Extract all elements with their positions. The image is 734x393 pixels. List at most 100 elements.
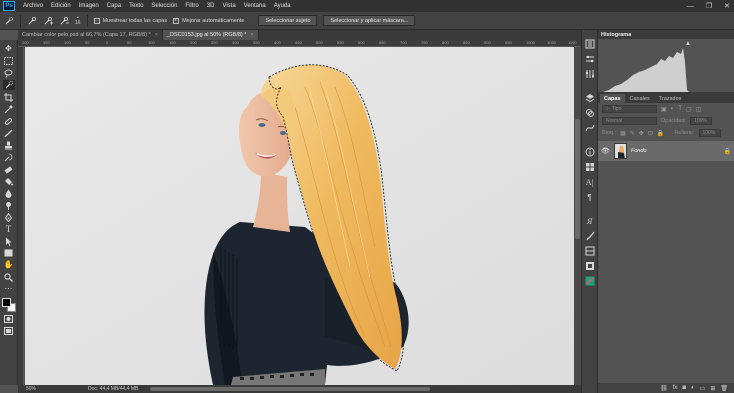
- horizontal-scrollbar-thumb[interactable]: [150, 387, 430, 391]
- healing-brush-tool-icon[interactable]: [3, 116, 15, 126]
- tab-dsc0153[interactable]: _DSC0153.jpg al 50% (RGB/8) * ×: [162, 30, 259, 40]
- scrollbar-thumb[interactable]: [575, 119, 580, 239]
- crop-tool-icon[interactable]: [3, 92, 15, 102]
- menu-capa[interactable]: Capa: [103, 3, 125, 9]
- pen-tool-icon[interactable]: [3, 212, 15, 222]
- marquee-tool-icon[interactable]: [3, 56, 15, 66]
- properties-icon[interactable]: [584, 53, 596, 65]
- tab-close-icon[interactable]: ×: [155, 32, 158, 38]
- channels-icon[interactable]: [584, 107, 596, 119]
- adjustment-layer-icon[interactable]: ◐: [691, 385, 695, 391]
- brushes-icon[interactable]: [584, 230, 596, 242]
- blend-mode-select[interactable]: Normal: [602, 117, 657, 125]
- layer-filter-field[interactable]: ⌕ Tipo: [602, 105, 657, 113]
- tab-cambiar-color-pelo[interactable]: Cambiar color pelo.psd al 66,7% (Capa 17…: [18, 30, 163, 40]
- tab-canales[interactable]: Canales: [626, 94, 654, 103]
- color-swatches[interactable]: [1, 298, 16, 312]
- foreground-color-swatch[interactable]: [1, 298, 11, 307]
- zoom-level[interactable]: 50%: [26, 386, 36, 392]
- link-layers-icon[interactable]: ⛓: [660, 385, 668, 392]
- sample-all-layers-checkbox[interactable]: Muestrear todas las capas: [93, 17, 167, 24]
- lasso-tool-icon[interactable]: [3, 68, 15, 78]
- checkbox-box[interactable]: [93, 17, 100, 24]
- lock-image-pixels-icon[interactable]: ✎: [630, 130, 635, 137]
- add-mask-icon[interactable]: ◙: [682, 385, 686, 391]
- photoshop-logo[interactable]: Ps: [3, 1, 15, 11]
- subtract-from-selection-brush-icon[interactable]: [59, 16, 69, 26]
- adjustments-icon[interactable]: [584, 68, 596, 80]
- lock-all-icon[interactable]: 🔒: [657, 130, 664, 137]
- menu-texto[interactable]: Texto: [125, 3, 147, 9]
- new-layer-icon[interactable]: ⊞: [710, 385, 715, 392]
- quick-mask-icon[interactable]: [3, 314, 15, 324]
- info-icon[interactable]: [584, 146, 596, 158]
- menu-ayuda[interactable]: Ayuda: [270, 3, 295, 9]
- tab-close-icon[interactable]: ×: [250, 32, 253, 38]
- lock-position-icon[interactable]: ✥: [639, 130, 644, 137]
- eraser-tool-icon[interactable]: [3, 164, 15, 174]
- visibility-eye-icon[interactable]: 👁: [601, 147, 610, 155]
- swatches-panel-icon[interactable]: [584, 161, 596, 173]
- layer-name[interactable]: Fondo: [631, 148, 720, 154]
- close-icon[interactable]: ✕: [724, 2, 730, 10]
- tab-capas[interactable]: Capas: [600, 94, 625, 103]
- vertical-scrollbar[interactable]: [574, 47, 581, 385]
- glyphs-icon[interactable]: Я: [584, 215, 596, 227]
- paths-icon[interactable]: [584, 122, 596, 134]
- blur-tool-icon[interactable]: [3, 188, 15, 198]
- auto-enhance-checkbox[interactable]: ✓ Mejorar automáticamente: [173, 17, 244, 24]
- restore-icon[interactable]: ❐: [706, 2, 712, 10]
- paint-bucket-tool-icon[interactable]: [3, 176, 15, 186]
- filter-adjustment-icon[interactable]: ◐: [671, 106, 675, 112]
- menu-3d[interactable]: 3D: [203, 3, 219, 9]
- libraries-icon[interactable]: [584, 245, 596, 257]
- checkbox-checked[interactable]: ✓: [173, 17, 180, 24]
- menu-archivo[interactable]: Archivo: [19, 3, 47, 9]
- menu-seleccion[interactable]: Selección: [147, 3, 181, 9]
- lock-transparent-pixels-icon[interactable]: ▦: [620, 130, 626, 137]
- quick-selection-tool-icon[interactable]: [2, 80, 15, 90]
- layer-row[interactable]: 👁 Fondo 🔒: [598, 141, 734, 161]
- cache-warning-icon[interactable]: ▲: [685, 41, 691, 47]
- add-to-selection-brush-icon[interactable]: [43, 16, 53, 26]
- select-and-mask-button[interactable]: Seleccionar y aplicar máscara...: [323, 15, 416, 26]
- color-panel-icon[interactable]: [584, 275, 596, 287]
- menu-ventana[interactable]: Ventana: [240, 3, 270, 9]
- more-tools-icon[interactable]: ⋯: [3, 284, 15, 294]
- select-subject-button[interactable]: Seleccionar sujeto: [258, 15, 318, 26]
- brush-size-picker[interactable]: • 16: [75, 15, 81, 26]
- minimize-icon[interactable]: —: [687, 3, 694, 10]
- new-group-icon[interactable]: ▭: [700, 385, 706, 392]
- filter-smart-object-icon[interactable]: ◫: [696, 106, 702, 113]
- filter-type-icon[interactable]: T: [678, 106, 682, 112]
- document-canvas[interactable]: [25, 47, 574, 385]
- path-selection-tool-icon[interactable]: [3, 236, 15, 246]
- lock-artboard-icon[interactable]: ⊡: [648, 130, 653, 137]
- paragraph-icon[interactable]: ¶: [584, 191, 596, 203]
- history-brush-tool-icon[interactable]: [3, 152, 15, 162]
- menu-imagen[interactable]: Imagen: [75, 3, 103, 9]
- character-icon[interactable]: A|: [584, 176, 596, 188]
- dodge-tool-icon[interactable]: [3, 200, 15, 210]
- hand-tool-icon[interactable]: ✋: [3, 260, 15, 270]
- layer-style-icon[interactable]: fx: [673, 385, 678, 391]
- quick-selection-preset-icon[interactable]: [4, 16, 14, 26]
- rectangle-tool-icon[interactable]: [3, 248, 15, 258]
- menu-vista[interactable]: Vista: [218, 3, 239, 9]
- tab-trazados[interactable]: Trazados: [655, 94, 686, 103]
- history-icon[interactable]: [584, 38, 596, 50]
- menu-filtro[interactable]: Filtro: [181, 3, 202, 9]
- styles-icon[interactable]: [584, 260, 596, 272]
- fill-field[interactable]: 100%: [698, 129, 721, 137]
- clone-stamp-tool-icon[interactable]: [3, 140, 15, 150]
- move-tool-icon[interactable]: ✥: [3, 44, 15, 54]
- type-tool-icon[interactable]: T: [3, 224, 15, 234]
- delete-layer-icon[interactable]: 🗑: [720, 385, 728, 392]
- opacity-field[interactable]: 100%: [690, 117, 713, 125]
- histogram-panel-header[interactable]: Histograma: [598, 30, 734, 39]
- screen-mode-icon[interactable]: [3, 326, 15, 336]
- new-selection-brush-icon[interactable]: [27, 16, 37, 26]
- filter-image-icon[interactable]: ▣: [661, 106, 667, 113]
- layers-icon[interactable]: [584, 92, 596, 104]
- zoom-tool-icon[interactable]: [3, 272, 15, 282]
